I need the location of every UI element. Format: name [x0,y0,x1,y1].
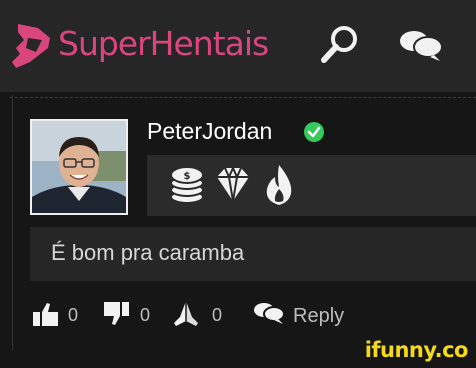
speech-bubbles-icon[interactable] [398,28,444,62]
like-count: 0 [68,305,79,325]
flame-icon [266,165,292,205]
coins-stack-icon: $ [170,166,204,204]
avatar[interactable] [30,119,128,215]
magnifier-icon[interactable] [318,22,362,66]
reply-button[interactable]: Reply [293,305,344,328]
check-circle-icon [304,122,324,142]
thumbs-up-icon[interactable] [31,300,61,328]
dislike-count: 0 [140,305,151,325]
reply-bubbles-icon[interactable] [253,300,285,326]
badges-panel: $ [147,155,476,216]
praying-hands-icon[interactable] [171,299,201,329]
comment-body: É bom pra caramba [30,227,476,281]
pray-count: 0 [212,305,223,325]
svg-text:$: $ [184,171,191,182]
comment-text: É bom pra caramba [51,240,245,265]
username[interactable]: PeterJordan [147,118,272,145]
divider [10,97,476,98]
avatar-photo [32,121,126,213]
comment-actions: 0 0 0 Reply [0,294,476,338]
top-bar: SuperHentais [0,0,476,92]
logo-text: SuperHentais [58,24,269,63]
logo-icon [12,24,50,68]
thumbs-down-icon[interactable] [101,300,131,328]
diamond-icon [217,165,249,202]
watermark: ifunny.co [364,338,469,362]
